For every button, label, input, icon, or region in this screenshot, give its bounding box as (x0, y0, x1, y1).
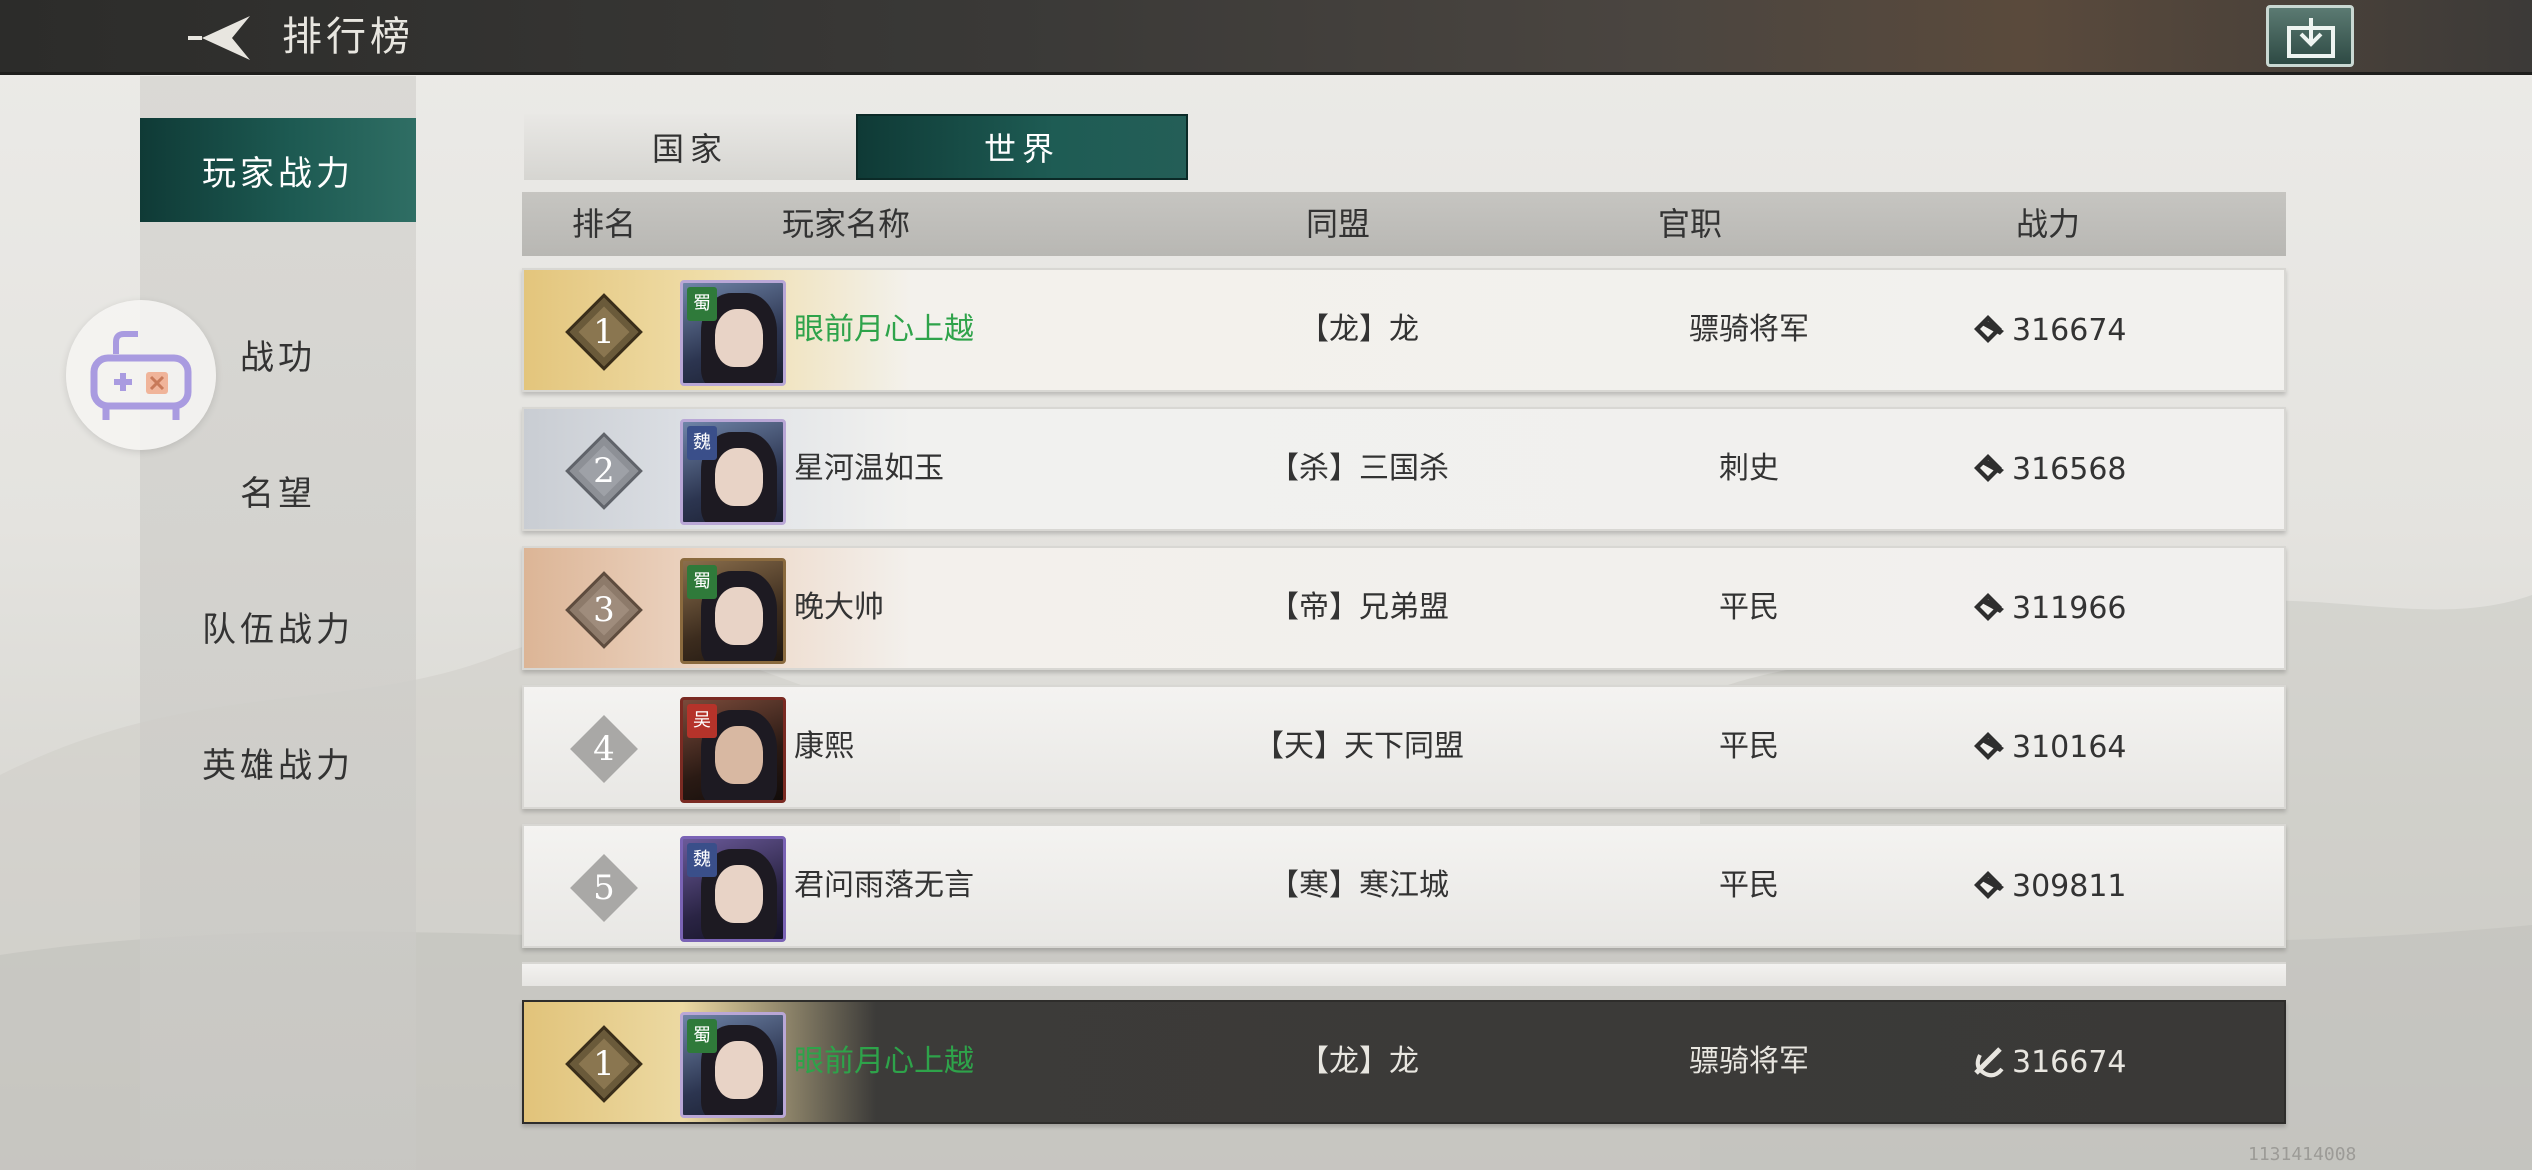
sidebar-item-label: 英雄战力 (202, 745, 354, 786)
power-number: 316674 (2012, 312, 2127, 348)
rank-number: 1 (593, 312, 615, 352)
back-arrow-icon (188, 16, 250, 60)
sidebar-item-label: 队伍战力 (202, 609, 354, 650)
alliance-name: 【帝】兄弟盟 (1269, 590, 1449, 625)
alliance-name: 【杀】三国杀 (1269, 451, 1449, 486)
tab-country[interactable]: 国家 (524, 114, 856, 180)
table-row[interactable]: 4 吴 康熙 【天】天下同盟 平民 310164 (522, 685, 2286, 809)
power-emblem-icon (1974, 871, 2004, 899)
power-value: 309811 (1970, 826, 2127, 946)
table-row[interactable]: 5 魏 君问雨落无言 【寒】寒江城 平民 309811 (522, 824, 2286, 948)
power-emblem-icon (1974, 315, 2004, 343)
power-emblem-icon (1974, 454, 2004, 482)
rank-number: 3 (593, 590, 615, 630)
table-row[interactable]: 2 魏 星河温如玉 【杀】三国杀 刺史 316568 (522, 407, 2286, 531)
alliance-name: 【龙】龙 (1299, 312, 1419, 347)
share-icon (2287, 18, 2335, 58)
power-emblem-icon (1974, 1047, 2004, 1078)
rank-number: 2 (593, 451, 615, 491)
faction-badge: 吴 (687, 704, 717, 738)
player-name: 眼前月心上越 (794, 1044, 974, 1079)
alliance-name: 【寒】寒江城 (1269, 868, 1449, 903)
rank-number: 1 (593, 1044, 615, 1084)
power-value: 310164 (1970, 687, 2127, 807)
avatar[interactable]: 蜀 (680, 558, 786, 664)
category-sidebar: 玩家战力 战功 名望 队伍战力 英雄战力 (140, 76, 416, 1170)
sidebar-item-label: 玩家战力 (202, 153, 354, 194)
tab-label: 国家 (651, 130, 728, 168)
sidebar-item-team-power[interactable]: 队伍战力 (140, 574, 416, 678)
faction-badge: 蜀 (687, 1019, 717, 1053)
back-button[interactable] (180, 8, 260, 68)
tab-label: 世界 (983, 130, 1060, 168)
top-bar: 排行榜 (0, 0, 2532, 75)
player-name: 晚大帅 (794, 590, 884, 625)
table-row[interactable]: 1 蜀 眼前月心上越 【龙】龙 骠骑将军 316674 (522, 268, 2286, 392)
gamepad-icon (90, 331, 192, 420)
column-header-alliance: 同盟 (1306, 205, 1371, 243)
faction-badge: 魏 (687, 426, 717, 460)
table-row-partial (522, 962, 2286, 986)
share-button[interactable] (2266, 5, 2354, 67)
player-name: 君问雨落无言 (794, 868, 974, 903)
power-value: 311966 (1970, 548, 2127, 668)
tab-world[interactable]: 世界 (856, 114, 1188, 180)
column-header-rank: 排名 (572, 205, 637, 243)
page-title: 排行榜 (282, 14, 414, 60)
table-header: 排名 玩家名称 同盟 官职 战力 (522, 192, 2286, 256)
faction-badge: 魏 (687, 843, 717, 877)
avatar[interactable]: 魏 (680, 836, 786, 942)
table-row[interactable]: 3 蜀 晚大帅 【帝】兄弟盟 平民 311966 (522, 546, 2286, 670)
player-name: 星河温如玉 (794, 451, 944, 486)
sidebar-item-player-power[interactable]: 玩家战力 (140, 118, 416, 222)
alliance-name: 【天】天下同盟 (1254, 729, 1464, 764)
sidebar-item-hero-power[interactable]: 英雄战力 (140, 710, 416, 814)
avatar[interactable]: 蜀 (680, 1012, 786, 1118)
official-title: 平民 (1719, 868, 1779, 903)
faction-badge: 蜀 (687, 565, 717, 599)
sidebar-item-label: 战功 (240, 337, 316, 378)
power-number: 311966 (2012, 590, 2127, 626)
power-value: 316674 (1970, 270, 2127, 390)
player-name: 眼前月心上越 (794, 312, 974, 347)
floating-gamepad-button[interactable] (66, 300, 216, 450)
alliance-name: 【龙】龙 (1299, 1044, 1419, 1079)
power-number: 309811 (2012, 868, 2127, 904)
player-name: 康熙 (794, 729, 854, 764)
power-value: 316568 (1970, 409, 2127, 529)
rank-number: 5 (593, 868, 615, 908)
power-number: 316674 (2012, 1044, 2127, 1080)
official-title: 骠骑将军 (1689, 312, 1809, 347)
avatar[interactable]: 魏 (680, 419, 786, 525)
rank-number: 4 (593, 729, 615, 769)
user-id-watermark: 1131414008 (2248, 1144, 2357, 1165)
sidebar-item-fame[interactable]: 名望 (140, 438, 416, 542)
power-value: 316674 (1970, 1002, 2127, 1122)
faction-badge: 蜀 (687, 287, 717, 321)
avatar[interactable]: 吴 (680, 697, 786, 803)
power-number: 310164 (2012, 729, 2127, 765)
official-title: 平民 (1719, 729, 1779, 764)
avatar[interactable]: 蜀 (680, 280, 786, 386)
official-title: 刺史 (1719, 451, 1779, 486)
column-header-player-name: 玩家名称 (782, 205, 911, 243)
my-rank-row[interactable]: 1 蜀 眼前月心上越 【龙】龙 骠骑将军 316674 (522, 1000, 2286, 1124)
official-title: 平民 (1719, 590, 1779, 625)
power-number: 316568 (2012, 451, 2127, 487)
sidebar-item-label: 名望 (240, 473, 316, 514)
power-emblem-icon (1974, 593, 2004, 621)
official-title: 骠骑将军 (1689, 1044, 1809, 1079)
power-emblem-icon (1974, 732, 2004, 760)
column-header-title: 官职 (1658, 205, 1723, 243)
column-header-power: 战力 (2016, 205, 2081, 243)
